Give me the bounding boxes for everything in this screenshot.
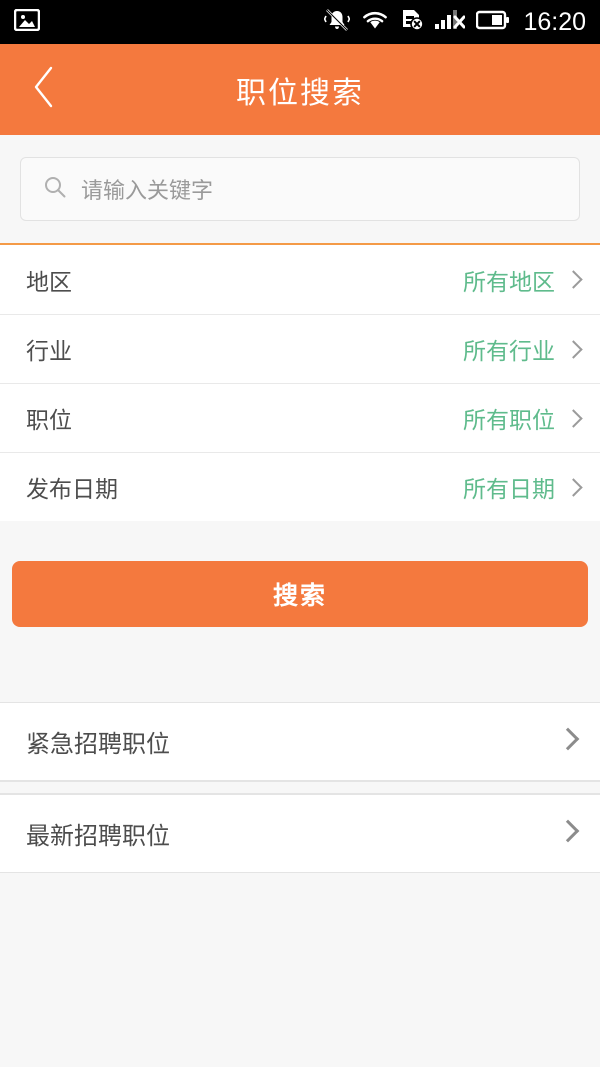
back-chevron-icon bbox=[31, 65, 57, 114]
filter-value-post-date: 所有日期 bbox=[463, 476, 555, 502]
vibrate-mute-icon bbox=[324, 8, 351, 37]
chevron-right-icon bbox=[564, 339, 583, 359]
spacer-above-search-button bbox=[0, 521, 600, 561]
shortcut-list-urgent: 紧急招聘职位 bbox=[0, 702, 600, 781]
filter-row-region[interactable]: 地区 所有地区 bbox=[0, 245, 600, 314]
search-section: 请输入关键字 bbox=[0, 135, 600, 245]
status-bar: 16:20 bbox=[0, 0, 600, 44]
gallery-icon bbox=[13, 8, 41, 36]
filter-value-region: 所有地区 bbox=[463, 268, 555, 295]
chevron-right-icon bbox=[564, 408, 583, 428]
filter-value-industry-group: 所有行业 bbox=[463, 332, 583, 366]
filter-row-post-date[interactable]: 发布日期 所有日期 bbox=[0, 452, 600, 521]
sim-card-disabled-icon bbox=[400, 8, 425, 36]
wifi-icon bbox=[361, 9, 389, 36]
filter-value-position: 所有职位 bbox=[463, 407, 555, 433]
search-icon bbox=[43, 175, 67, 204]
shortcut-row-latest[interactable]: 最新招聘职位 bbox=[0, 795, 600, 872]
status-bar-right: 16:20 bbox=[324, 8, 586, 37]
filter-row-industry[interactable]: 行业 所有行业 bbox=[0, 314, 600, 383]
chevron-right-icon bbox=[564, 477, 583, 497]
shortcut-list-latest: 最新招聘职位 bbox=[0, 794, 600, 873]
spacer-below-search-button bbox=[0, 627, 600, 702]
filter-label-position: 职位 bbox=[26, 407, 72, 433]
battery-icon bbox=[476, 10, 510, 35]
filter-label-post-date: 发布日期 bbox=[26, 476, 118, 502]
filter-list: 地区 所有地区 行业 所有行业 职位 所有职位 发布日期 所有日期 bbox=[0, 245, 600, 521]
spacer-between-shortcuts bbox=[0, 781, 600, 794]
shortcut-label-latest: 最新招聘职位 bbox=[26, 823, 170, 850]
search-button-container: 搜索 bbox=[0, 561, 600, 627]
filter-label-region: 地区 bbox=[26, 268, 72, 295]
search-button[interactable]: 搜索 bbox=[12, 561, 588, 627]
back-button[interactable] bbox=[16, 44, 72, 135]
app-header: 职位搜索 bbox=[0, 44, 600, 135]
status-bar-clock: 16:20 bbox=[523, 7, 586, 36]
shortcut-label-urgent: 紧急招聘职位 bbox=[26, 731, 170, 758]
filter-value-post-date-group: 所有日期 bbox=[463, 470, 583, 504]
filter-row-position[interactable]: 职位 所有职位 bbox=[0, 383, 600, 452]
signal-no-service-icon bbox=[435, 9, 466, 36]
shortcut-row-urgent[interactable]: 紧急招聘职位 bbox=[0, 703, 600, 780]
search-input-container[interactable]: 请输入关键字 bbox=[20, 157, 580, 221]
chevron-right-icon bbox=[556, 819, 580, 844]
filter-label-industry: 行业 bbox=[26, 338, 72, 364]
filter-value-region-group: 所有地区 bbox=[463, 263, 583, 297]
page-bottom-filler bbox=[0, 873, 600, 1067]
filter-value-industry: 所有行业 bbox=[463, 338, 555, 364]
page-title: 职位搜索 bbox=[236, 76, 364, 110]
chevron-right-icon bbox=[556, 727, 580, 752]
status-bar-left bbox=[13, 8, 41, 36]
filter-value-position-group: 所有职位 bbox=[463, 401, 583, 435]
search-input-placeholder[interactable]: 请输入关键字 bbox=[81, 173, 213, 205]
app-screen: 16:20 职位搜索 请输入关键字 地区 所有地区 行业 所有行业 职位 所有职… bbox=[0, 0, 600, 1067]
chevron-right-icon bbox=[564, 270, 583, 289]
